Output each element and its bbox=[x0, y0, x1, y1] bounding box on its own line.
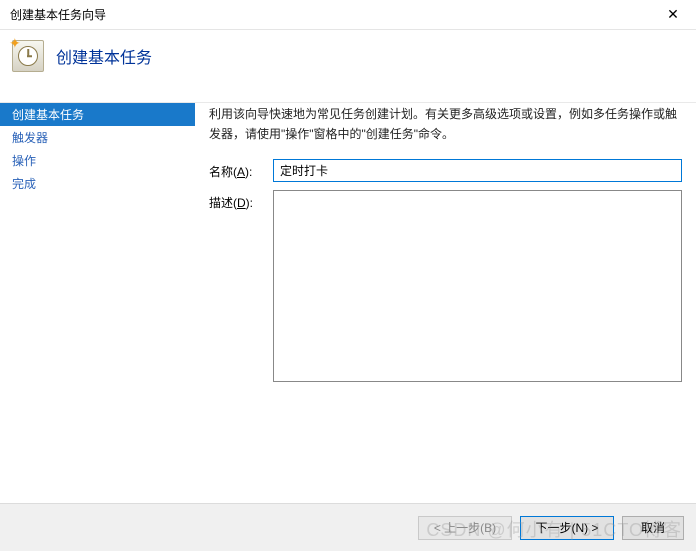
intro-text: 利用该向导快速地为常见任务创建计划。有关更多高级选项或设置，例如多任务操作或触发… bbox=[209, 105, 682, 145]
sidebar-item-create[interactable]: 创建基本任务 bbox=[0, 103, 195, 126]
name-label: 名称(A): bbox=[209, 159, 265, 180]
close-button[interactable]: ✕ bbox=[650, 0, 696, 30]
desc-label: 描述(D): bbox=[209, 190, 265, 211]
wizard-content: 利用该向导快速地为常见任务创建计划。有关更多高级选项或设置，例如多任务操作或触发… bbox=[195, 103, 696, 503]
desc-input[interactable] bbox=[273, 190, 682, 382]
wizard-body: 创建基本任务 触发器 操作 完成 利用该向导快速地为常见任务创建计划。有关更多高… bbox=[0, 102, 696, 503]
name-row: 名称(A): bbox=[209, 159, 682, 182]
wizard-title: 创建基本任务 bbox=[56, 44, 152, 68]
cancel-button[interactable]: 取消 bbox=[622, 516, 684, 540]
wizard-footer: < 上一步(B) 下一步(N) > 取消 CSDN @何小有 | 51CTO博客 bbox=[0, 503, 696, 551]
window-title: 创建基本任务向导 bbox=[10, 6, 106, 23]
next-button[interactable]: 下一步(N) > bbox=[520, 516, 614, 540]
close-icon: ✕ bbox=[667, 6, 679, 23]
task-clock-icon: ✦ bbox=[12, 40, 44, 72]
desc-row: 描述(D): bbox=[209, 190, 682, 382]
sidebar-item-finish[interactable]: 完成 bbox=[0, 172, 195, 195]
wizard-window: 创建基本任务向导 ✕ ✦ 创建基本任务 创建基本任务 触发器 操作 完成 利用该… bbox=[0, 0, 696, 551]
sidebar-item-trigger[interactable]: 触发器 bbox=[0, 126, 195, 149]
back-button: < 上一步(B) bbox=[418, 516, 512, 540]
wizard-header: ✦ 创建基本任务 bbox=[0, 30, 696, 82]
titlebar: 创建基本任务向导 ✕ bbox=[0, 0, 696, 30]
step-sidebar: 创建基本任务 触发器 操作 完成 bbox=[0, 103, 195, 503]
sidebar-item-action[interactable]: 操作 bbox=[0, 149, 195, 172]
name-input[interactable] bbox=[273, 159, 682, 182]
